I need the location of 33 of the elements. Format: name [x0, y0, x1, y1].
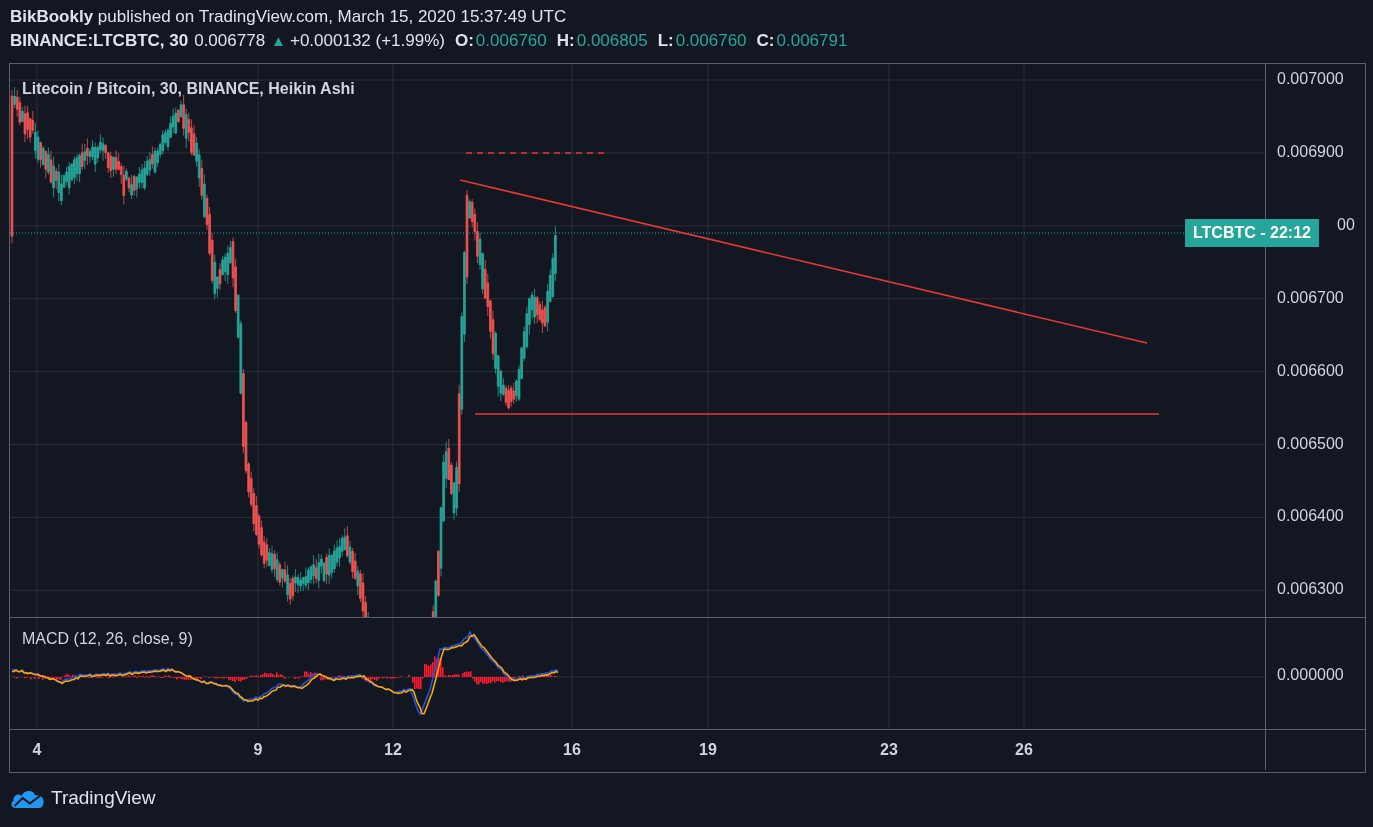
time-tick: 16: [563, 741, 581, 759]
ohlc-value: 0.006791: [776, 31, 848, 51]
change-icon: ▲: [271, 32, 286, 49]
ohlc-value: 0.006760: [675, 31, 747, 51]
price-tick: 0.006900: [1277, 142, 1344, 161]
time-tick: 23: [880, 741, 898, 759]
time-tick: 9: [253, 741, 263, 759]
price-tick: 0.006300: [1277, 580, 1344, 599]
time-tick: 12: [384, 741, 402, 759]
ohlc-label: O:: [454, 31, 474, 51]
indicator-tick: 0.000000: [1277, 666, 1344, 684]
chart-title: Litecoin / Bitcoin, 30, BINANCE, Heikin Ashi: [22, 80, 355, 98]
price-tick: 0.007000: [1277, 70, 1344, 88]
ohlc-label: C:: [756, 31, 775, 51]
price-value: 0.006778: [194, 31, 266, 51]
symbol-label: BINANCE:LTCBTC, 30: [10, 31, 189, 51]
change-value: +0.000132 (+1.99%): [289, 31, 445, 51]
ohlc-value: 0.006805: [576, 31, 648, 51]
ohlc-label: H:: [556, 31, 575, 51]
time-tick: 26: [1015, 741, 1033, 759]
price-badge: LTCBTC - 22:12: [1185, 219, 1319, 247]
indicator-title: MACD (12, 26, close, 9): [22, 630, 193, 648]
price-tick: 0.006700: [1277, 288, 1344, 307]
time-tick: 19: [699, 741, 717, 759]
time-tick: 4: [32, 741, 42, 759]
ohlc-label: L:: [657, 31, 674, 51]
brand-name: TradingView: [51, 787, 156, 809]
ohlc-value: 0.006760: [475, 31, 547, 51]
price-tick: 0.006600: [1277, 361, 1344, 380]
price-tick: 00: [1337, 215, 1355, 234]
price-tick: 0.006500: [1277, 434, 1344, 453]
price-tick: 0.006400: [1277, 507, 1344, 526]
publisher-line: BikBookly published on TradingView.com, March 15, 2020 15:37:49 UTC: [10, 7, 568, 28]
